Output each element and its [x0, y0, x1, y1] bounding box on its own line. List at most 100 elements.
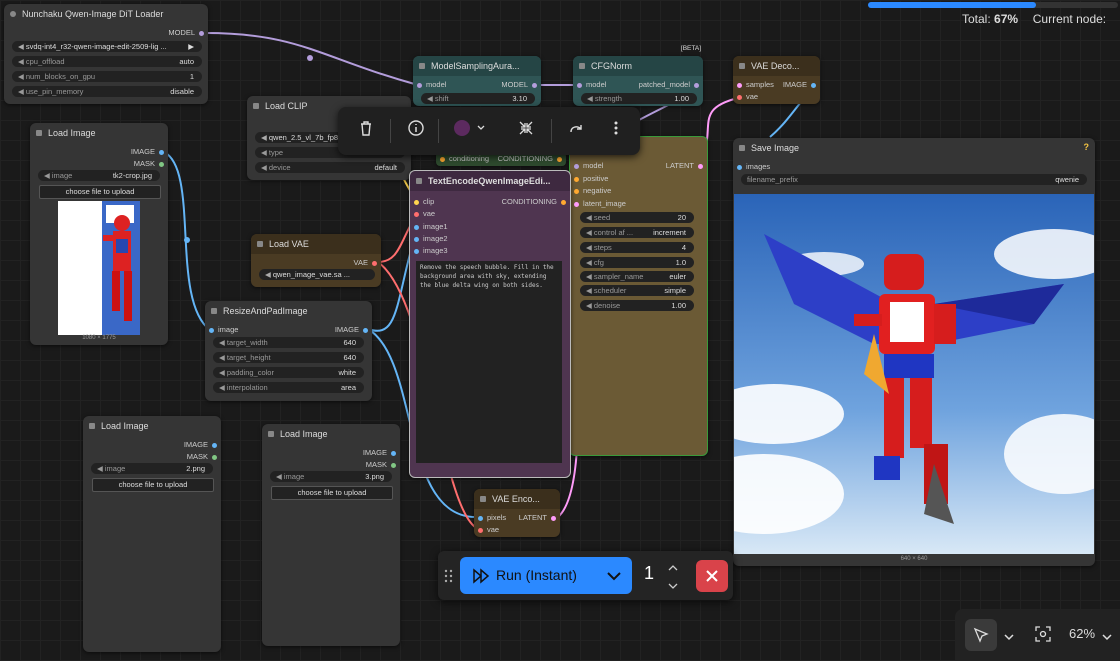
image-select[interactable]: ◀ image 2.png — [91, 463, 213, 474]
input-negative[interactable]: negative — [574, 186, 611, 195]
node-model-sampling-aura[interactable]: ModelSamplingAura... model MODEL ◀ shift… — [413, 56, 541, 106]
node-title[interactable]: Save Image — [733, 138, 1095, 158]
batch-count-input[interactable]: 1 — [644, 563, 654, 584]
output-image[interactable]: IMAGE — [363, 448, 396, 457]
drag-handle-icon[interactable] — [444, 568, 454, 584]
node-save-image[interactable]: Save Image ? images filename_prefix qweni… — [733, 138, 1095, 566]
prompt-textarea[interactable]: Remove the speech bubble. Fill in the ba… — [416, 261, 562, 463]
input-image1[interactable]: image1 — [414, 222, 448, 231]
fit-view-icon[interactable] — [1035, 626, 1051, 647]
color-icon[interactable] — [450, 119, 490, 143]
batch-increment-icon[interactable] — [667, 560, 679, 578]
num-blocks-stepper[interactable]: ◀ num_blocks_on_gpu 1 — [12, 71, 202, 82]
batch-decrement-icon[interactable] — [667, 578, 679, 596]
input-model[interactable]: model — [577, 80, 606, 89]
output-mask[interactable]: MASK — [134, 159, 164, 168]
node-load-vae[interactable]: Load VAE VAE ◀ qwen_image_vae.sa ... — [251, 234, 381, 287]
output-image[interactable]: IMAGE — [335, 325, 368, 334]
node-load-image-3[interactable]: Load Image IMAGE MASK ◀ image 3.png choos… — [262, 424, 400, 646]
model-name-select[interactable]: ◀ svdq-int4_r32-qwen-image-edit-2509-lig… — [12, 41, 202, 52]
vae-name-select[interactable]: ◀ qwen_image_vae.sa ... — [259, 269, 375, 280]
output-image[interactable]: IMAGE — [184, 440, 217, 449]
node-load-image-2[interactable]: Load Image IMAGE MASK ◀ image 2.png choos… — [83, 416, 221, 652]
input-clip[interactable]: clip — [414, 197, 434, 206]
cpu-offload-select[interactable]: ◀ cpu_offload auto — [12, 56, 202, 67]
target-height-stepper[interactable]: ◀ target_height 640 — [213, 352, 364, 363]
sampler-name-select[interactable]: ◀ sampler_name euler — [580, 271, 694, 282]
node-title[interactable]: TextEncodeQwenImageEdi... — [410, 171, 570, 191]
output-latent[interactable]: LATENT — [666, 161, 703, 170]
info-icon[interactable] — [404, 119, 428, 143]
steps-stepper[interactable]: ◀ steps 4 — [580, 242, 694, 253]
node-nunchaku-loader[interactable]: Nunchaku Qwen-Image DiT Loader MODEL ◀ s… — [4, 4, 208, 104]
input-image3[interactable]: image3 — [414, 246, 448, 255]
input-model[interactable]: model — [417, 80, 446, 89]
node-vae-decode[interactable]: VAE Deco... samples vae IMAGE — [733, 56, 820, 104]
node-title[interactable]: ResizeAndPadImage — [205, 301, 372, 321]
upload-button[interactable]: choose file to upload — [92, 478, 214, 492]
run-button[interactable]: Run (Instant) — [460, 557, 632, 594]
output-conditioning[interactable]: CONDITIONING — [502, 197, 566, 206]
image-select[interactable]: ◀ image 3.png — [270, 471, 392, 482]
output-model[interactable]: MODEL — [168, 28, 204, 37]
node-ksampler[interactable]: LATENT model positive negative latent_im… — [569, 136, 708, 456]
input-images[interactable]: images — [737, 162, 770, 171]
input-conditioning[interactable]: conditioning — [440, 154, 489, 163]
input-vae[interactable]: vae — [414, 209, 435, 218]
cancel-button[interactable] — [696, 560, 728, 592]
pin-memory-select[interactable]: ◀ use_pin_memory disable — [12, 86, 202, 97]
control-after-generate-select[interactable]: ◀ control af ... increment — [580, 227, 694, 238]
select-mode-button[interactable] — [965, 619, 997, 651]
input-positive[interactable]: positive — [574, 174, 608, 183]
node-title[interactable]: Load Image — [262, 424, 400, 444]
input-image[interactable]: image — [209, 325, 238, 334]
node-title[interactable]: VAE Enco... — [474, 489, 560, 509]
padding-color-select[interactable]: ◀ padding_color white — [213, 367, 364, 378]
denoise-stepper[interactable]: ◀ denoise 1.00 — [580, 300, 694, 311]
seed-stepper[interactable]: ◀ seed 20 — [580, 212, 694, 223]
input-image2[interactable]: image2 — [414, 234, 448, 243]
node-title[interactable]: Load Image — [83, 416, 221, 436]
chevron-down-icon[interactable] — [606, 569, 622, 587]
output-vae[interactable]: VAE — [354, 258, 377, 267]
output-latent[interactable]: LATENT — [519, 513, 556, 522]
node-title[interactable]: CFGNorm — [573, 56, 703, 76]
clip-device-select[interactable]: ◀ device default — [255, 162, 405, 173]
input-vae[interactable]: vae — [478, 525, 499, 534]
collapse-icon[interactable] — [514, 119, 538, 143]
filename-prefix-input[interactable]: filename_prefix qwenie — [741, 174, 1087, 185]
scheduler-select[interactable]: ◀ scheduler simple — [580, 285, 694, 296]
node-title[interactable]: Load VAE — [251, 234, 381, 254]
input-model[interactable]: model — [574, 161, 603, 170]
node-title[interactable]: ModelSamplingAura... — [413, 56, 541, 76]
strength-stepper[interactable]: ◀ strength 1.00 — [581, 93, 697, 104]
upload-button[interactable]: choose file to upload — [271, 486, 393, 500]
output-patched-model[interactable]: patched_model — [639, 80, 699, 89]
upload-button[interactable]: choose file to upload — [39, 185, 161, 199]
output-image[interactable]: IMAGE — [131, 147, 164, 156]
node-resize-pad[interactable]: ResizeAndPadImage image IMAGE ◀ target_w… — [205, 301, 372, 401]
input-pixels[interactable]: pixels — [478, 513, 506, 522]
cfg-stepper[interactable]: ◀ cfg 1.0 — [580, 257, 694, 268]
input-vae[interactable]: vae — [737, 92, 758, 101]
interpolation-select[interactable]: ◀ interpolation area — [213, 382, 364, 393]
output-image[interactable]: IMAGE — [783, 80, 816, 89]
output-mask[interactable]: MASK — [366, 460, 396, 469]
output-model[interactable]: MODEL — [501, 80, 537, 89]
input-latent-image[interactable]: latent_image — [574, 199, 626, 208]
target-width-stepper[interactable]: ◀ target_width 640 — [213, 337, 364, 348]
output-mask[interactable]: MASK — [187, 452, 217, 461]
shift-stepper[interactable]: ◀ shift 3.10 — [421, 93, 535, 104]
input-samples[interactable]: samples — [737, 80, 774, 89]
node-load-image-1[interactable]: Load Image IMAGE MASK ◀ image tk2-crop.jp… — [30, 123, 168, 345]
more-vertical-icon[interactable] — [604, 119, 628, 143]
workflow-canvas[interactable]: Total: 67% Current node: Nunchaku Qwen-I… — [0, 0, 1120, 661]
image-select[interactable]: ◀ image tk2-crop.jpg — [38, 170, 160, 181]
node-text-encode-qwen[interactable]: TextEncodeQwenImageEdi... CONDITIONING c… — [409, 170, 571, 478]
redo-icon[interactable] — [564, 119, 588, 143]
node-vae-encode[interactable]: VAE Enco... pixels vae LATENT — [474, 489, 560, 537]
node-cfgnorm[interactable]: CFGNorm [BETA] model patched_model ◀ str… — [573, 45, 703, 106]
chevron-down-icon[interactable] — [1003, 629, 1015, 647]
node-title[interactable]: Nunchaku Qwen-Image DiT Loader — [4, 4, 208, 24]
zoom-level[interactable]: 62% — [1069, 626, 1095, 641]
